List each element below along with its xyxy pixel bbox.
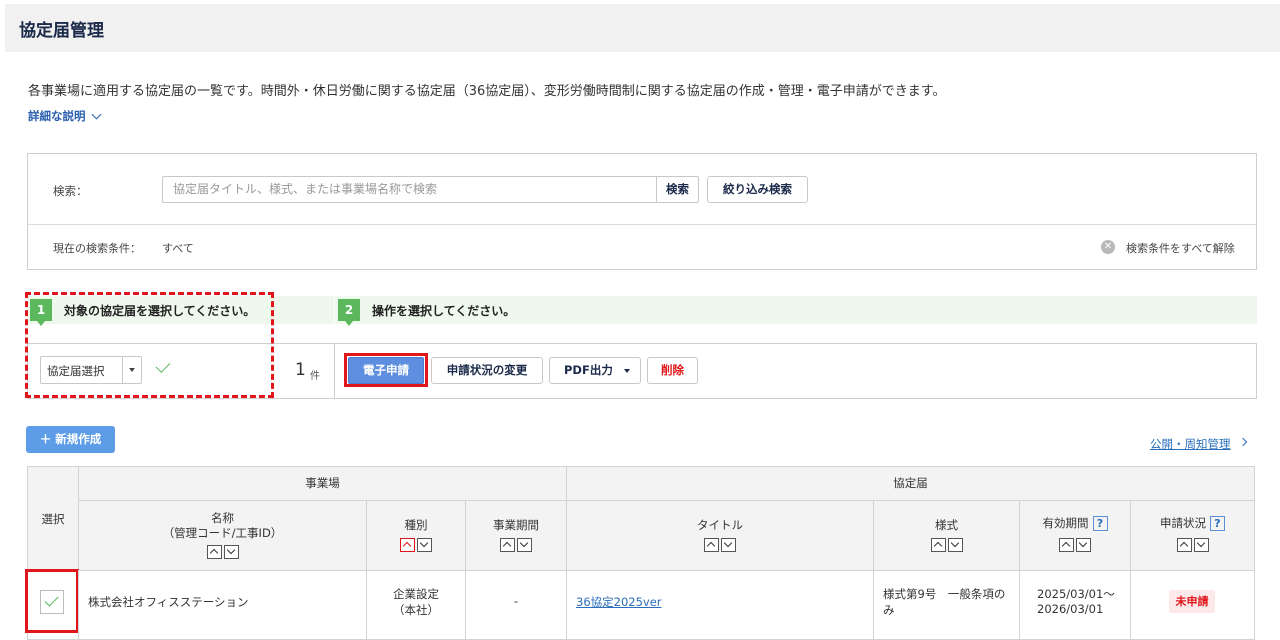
search-label: 検索： bbox=[53, 184, 88, 198]
detail-toggle[interactable]: 詳細な説明 bbox=[28, 108, 101, 124]
help-icon[interactable]: ? bbox=[1210, 516, 1225, 531]
col-title-label: タイトル bbox=[697, 518, 743, 532]
table-row-name-cell: 株式会社オフィスステーション bbox=[78, 570, 367, 640]
valid-to: 2026/03/01 bbox=[1037, 602, 1104, 616]
col-format-label: 様式 bbox=[935, 518, 958, 532]
table-row-period-cell: - bbox=[465, 570, 567, 640]
col-header-valid-period: 有効期間? bbox=[1019, 500, 1131, 571]
selected-count: 1 bbox=[295, 360, 306, 380]
search-panel bbox=[27, 153, 1257, 270]
clear-conditions-link[interactable]: 検索条件をすべて解除 bbox=[1126, 240, 1235, 256]
step-1-highlight bbox=[25, 292, 274, 398]
col-header-type: 種別 bbox=[366, 500, 466, 571]
delete-button[interactable]: 削除 bbox=[647, 357, 698, 384]
group-header-workplace: 事業場 bbox=[78, 466, 567, 501]
sort-asc-icon[interactable] bbox=[400, 538, 415, 552]
sort-asc-icon[interactable] bbox=[704, 538, 719, 552]
agreement-title-link[interactable]: 36協定2025ver bbox=[576, 594, 662, 610]
sort-desc-icon[interactable] bbox=[417, 538, 432, 552]
table-row-valid-cell: 2025/03/01～ 2026/03/01 bbox=[1019, 570, 1131, 640]
publish-management-link[interactable]: 公開・周知管理 bbox=[1150, 436, 1231, 452]
caret-down-icon bbox=[624, 369, 630, 373]
sort-desc-icon[interactable] bbox=[721, 538, 736, 552]
search-divider bbox=[28, 224, 1256, 225]
action-separator bbox=[334, 343, 335, 399]
col-valid-header: 有効期間? bbox=[1020, 515, 1130, 531]
change-status-button[interactable]: 申請状況の変更 bbox=[431, 357, 543, 384]
type-line-1: 企業設定 bbox=[393, 587, 439, 601]
detail-toggle-label: 詳細な説明 bbox=[28, 109, 86, 123]
chevron-down-icon bbox=[91, 109, 101, 120]
sort-asc-icon[interactable] bbox=[930, 538, 946, 552]
business-period: - bbox=[513, 594, 519, 608]
table-row-title-cell: 36協定2025ver bbox=[566, 570, 874, 640]
col-status-label: 申請状況 bbox=[1160, 516, 1206, 530]
valid-from: 2025/03/01～ bbox=[1037, 587, 1115, 601]
table-row-format-cell: 様式第9号 一般条項の み bbox=[873, 570, 1020, 640]
col-period-label: 事業期間 bbox=[493, 518, 539, 532]
sort-desc-icon[interactable] bbox=[1193, 538, 1209, 552]
selected-count-unit: 件 bbox=[310, 371, 320, 382]
format-line-2: み bbox=[883, 603, 895, 617]
sort-desc-icon[interactable] bbox=[517, 538, 532, 552]
col-select-label: 選択 bbox=[41, 512, 65, 526]
group-header-agreement: 協定届 bbox=[566, 466, 1255, 501]
type-line-2: （本社） bbox=[393, 603, 439, 617]
col-name-label: 名称 bbox=[211, 511, 234, 525]
help-icon[interactable]: ? bbox=[1092, 516, 1108, 531]
sort-asc-icon[interactable] bbox=[206, 545, 222, 559]
step-2-badge: 2 bbox=[338, 299, 360, 326]
e-filing-highlight bbox=[344, 353, 428, 387]
col-header-format: 様式 bbox=[873, 500, 1020, 571]
chevron-right-icon bbox=[1238, 437, 1248, 447]
search-condition-value: すべて bbox=[162, 242, 194, 255]
sort-desc-icon[interactable] bbox=[1076, 538, 1091, 552]
col-header-period: 事業期間 bbox=[465, 500, 567, 571]
col-header-title: タイトル bbox=[566, 500, 874, 571]
col-header-status: 申請状況? bbox=[1130, 500, 1255, 571]
filter-search-button[interactable]: 絞り込み検索 bbox=[707, 176, 808, 203]
page-header bbox=[5, 4, 1280, 52]
col-type-label: 種別 bbox=[404, 518, 428, 532]
sort-desc-icon[interactable] bbox=[223, 545, 239, 559]
col-status-header: 申請状況? bbox=[1131, 515, 1254, 531]
step-2-text: 操作を選択してください。 bbox=[372, 304, 516, 318]
col-name-sublabel: （管理コード/工事ID） bbox=[162, 526, 283, 540]
new-create-button[interactable]: ＋ 新規作成 bbox=[26, 426, 115, 453]
sort-asc-icon[interactable] bbox=[500, 538, 515, 552]
table-row-type-cell: 企業設定 （本社） bbox=[366, 570, 466, 640]
sort-asc-icon[interactable] bbox=[1059, 538, 1074, 552]
status-badge: 未申請 bbox=[1169, 590, 1215, 613]
sort-desc-icon[interactable] bbox=[947, 538, 963, 552]
search-button[interactable]: 検索 bbox=[656, 176, 699, 203]
step-separator bbox=[334, 296, 335, 324]
search-condition-label: 現在の検索条件： bbox=[53, 242, 141, 255]
col-valid-label: 有効期間 bbox=[1042, 516, 1089, 530]
search-input[interactable]: 協定届タイトル、様式、または事業場名称で検索 bbox=[162, 176, 657, 203]
sort-asc-icon[interactable] bbox=[1176, 538, 1192, 552]
format-line-1: 様式第9号 一般条項の bbox=[883, 587, 1006, 601]
clear-icon[interactable]: ✕ bbox=[1101, 240, 1115, 254]
row-select-highlight bbox=[25, 569, 79, 633]
col-header-select: 選択 bbox=[27, 466, 79, 571]
page-title: 協定届管理 bbox=[19, 21, 104, 41]
workplace-name: 株式会社オフィスステーション bbox=[88, 595, 249, 609]
page-description: 各事業場に適用する協定届の一覧です。時間外・休日労働に関する協定届（36協定届）… bbox=[28, 84, 946, 99]
col-header-name: 名称 （管理コード/工事ID） bbox=[78, 500, 367, 571]
